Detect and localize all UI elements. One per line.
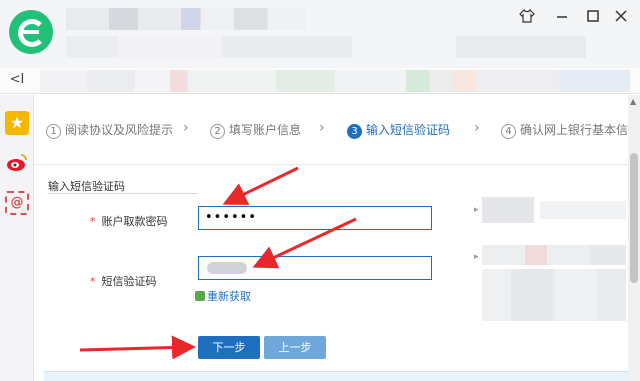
url-field-blurred[interactable] (40, 70, 630, 92)
step-number: 3 (347, 124, 362, 139)
progress-steps: 1 阅读协议及风险提示 › 2 填写账户信息 › 3 输入短信验证码 › 4 确认网上银… (34, 95, 628, 165)
step-label: 阅读协议及风险提示 (65, 123, 174, 137)
step-2: 2 填写账户信息 (210, 121, 301, 139)
browser-window: <I ★ @ 1 阅读协议及风险提示 › 2 填写账户信息 › 3 输入短信验证码 ›… (0, 0, 640, 381)
bookmark-bar-blurred (66, 36, 586, 58)
minimize-button[interactable] (551, 8, 573, 30)
step-number: 4 (501, 124, 516, 139)
step-label: 确认网上银行基本信 (520, 123, 628, 137)
back-button[interactable]: <I (8, 71, 26, 89)
blur-block (482, 245, 626, 265)
scroll-up-icon[interactable]: ▲ (630, 97, 636, 106)
address-bar: <I (0, 68, 640, 94)
step-4: 4 确认网上银行基本信 (501, 121, 628, 139)
title-bar (0, 0, 640, 68)
section-divider (48, 193, 198, 194)
refresh-sms-link[interactable]: 重新获取 (195, 288, 251, 304)
step-label: 输入短信验证码 (366, 123, 451, 137)
refresh-label: 重新获取 (207, 290, 251, 303)
scroll-thumb[interactable] (630, 153, 638, 283)
page-scrollbar[interactable]: ▲ (628, 95, 640, 381)
browser-logo-icon (9, 10, 53, 54)
skin-icon[interactable] (516, 8, 538, 30)
password-label: * 账户取款密码 (90, 213, 168, 229)
step-separator: › (474, 120, 480, 136)
sms-code-input[interactable] (198, 256, 432, 280)
footer-info-bar (44, 371, 628, 381)
blur-block (482, 269, 626, 321)
required-mark: * (90, 215, 96, 228)
step-separator: › (183, 120, 189, 136)
blur-block (540, 201, 626, 219)
main-page: 1 阅读协议及风险提示 › 2 填写账户信息 › 3 输入短信验证码 › 4 确认网上银… (34, 95, 628, 381)
step-label: 填写账户信息 (229, 123, 302, 137)
sms-code-blurred (207, 262, 247, 274)
next-button[interactable]: 下一步 (198, 336, 260, 359)
blur-block (482, 197, 534, 223)
password-label-text: 账户取款密码 (101, 215, 168, 228)
maximize-button[interactable] (582, 8, 604, 30)
required-mark: * (90, 275, 96, 288)
step-number: 2 (210, 124, 225, 139)
refresh-icon (195, 291, 205, 301)
favorites-star-icon[interactable]: ★ (5, 111, 29, 135)
weibo-icon[interactable] (5, 151, 29, 175)
password-input[interactable]: •••••• (198, 206, 432, 230)
hint-panel-blurred (474, 195, 628, 325)
left-sidebar: ★ @ (0, 95, 34, 381)
tab-strip-blurred (66, 8, 306, 30)
sms-label: * 短信验证码 (90, 273, 157, 289)
step-number: 1 (46, 124, 61, 139)
step-3-active: 3 输入短信验证码 (347, 121, 450, 139)
step-separator: › (319, 120, 325, 136)
section-title: 输入短信验证码 (48, 180, 125, 193)
prev-button[interactable]: 上一步 (264, 336, 326, 359)
mail-icon[interactable]: @ (5, 191, 29, 215)
close-button[interactable] (610, 8, 632, 30)
step-1: 1 阅读协议及风险提示 (46, 121, 173, 139)
sms-label-text: 短信验证码 (101, 275, 157, 288)
